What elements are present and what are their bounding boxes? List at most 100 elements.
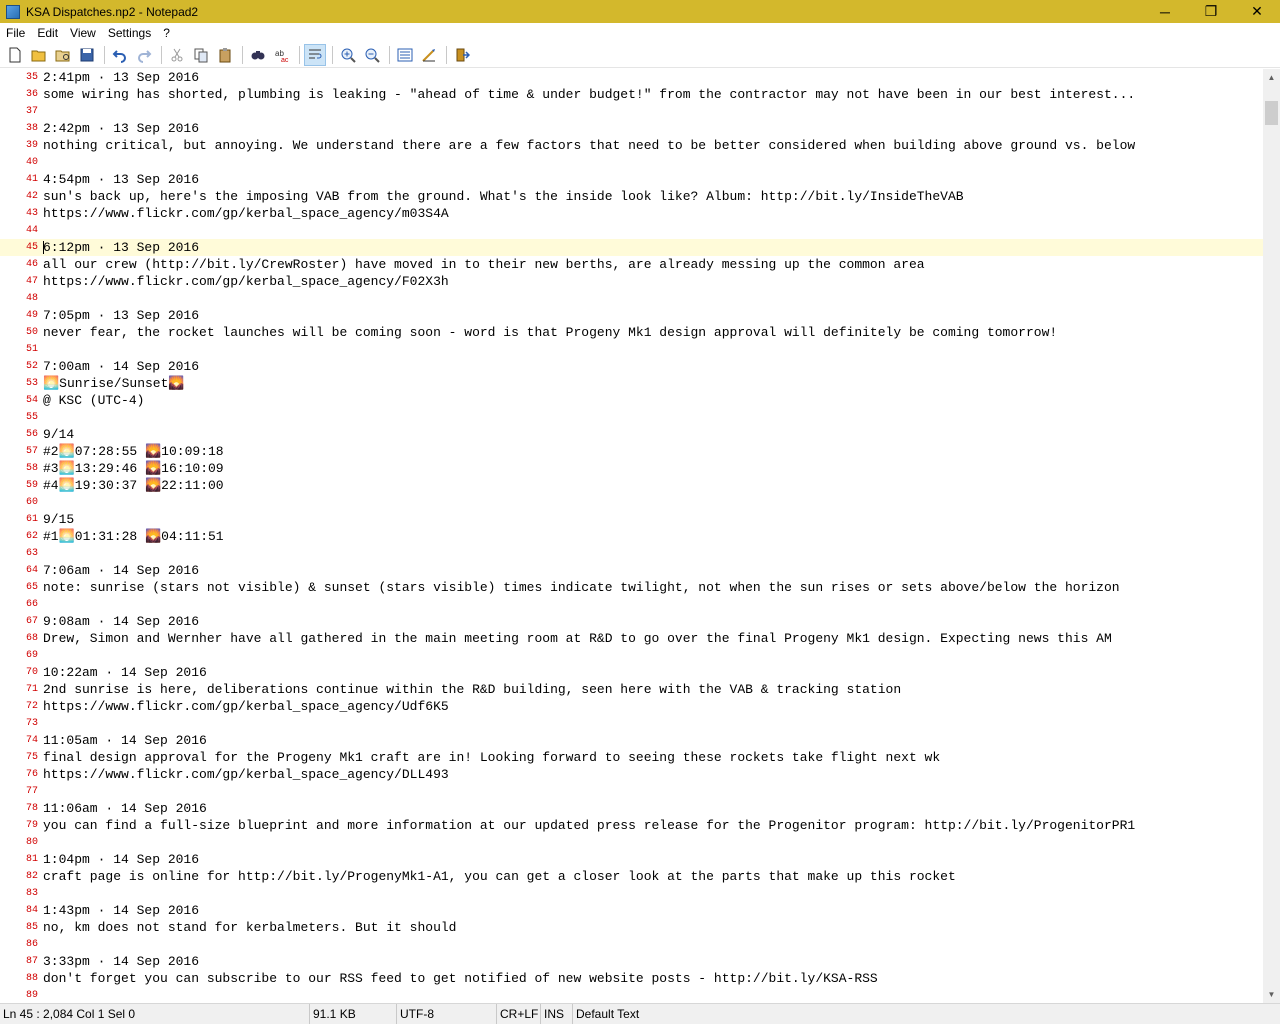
- editor-line[interactable]: 54 @ KSC (UTC-4): [0, 392, 1263, 409]
- editor-line[interactable]: 89: [0, 987, 1263, 1003]
- line-text[interactable]: https://www.flickr.com/gp/kerbal_space_a…: [43, 205, 449, 222]
- paste-icon[interactable]: [214, 44, 236, 66]
- line-text[interactable]: 7:05pm · 13 Sep 2016: [43, 307, 199, 324]
- line-text[interactable]: 7:00am · 14 Sep 2016: [43, 358, 199, 375]
- editor-line[interactable]: 68 Drew, Simon and Wernher have all gathe…: [0, 630, 1263, 647]
- line-text[interactable]: note: sunrise (stars not visible) & suns…: [43, 579, 1120, 596]
- zoom-out-icon[interactable]: [361, 44, 383, 66]
- editor-line[interactable]: 71 2nd sunrise is here, deliberations con…: [0, 681, 1263, 698]
- editor-line[interactable]: 70 10:22am · 14 Sep 2016: [0, 664, 1263, 681]
- editor-line[interactable]: 55: [0, 409, 1263, 426]
- line-text[interactable]: 11:06am · 14 Sep 2016: [43, 800, 207, 817]
- editor-line[interactable]: 56 9/14: [0, 426, 1263, 443]
- editor-line[interactable]: 60: [0, 494, 1263, 511]
- line-text[interactable]: 1:43pm · 14 Sep 2016: [43, 902, 199, 919]
- scroll-up-icon[interactable]: ▲: [1263, 69, 1280, 86]
- editor-line[interactable]: 73: [0, 715, 1263, 732]
- editor-line[interactable]: 82 craft page is online for http://bit.ly…: [0, 868, 1263, 885]
- line-text[interactable]: https://www.flickr.com/gp/kerbal_space_a…: [43, 698, 449, 715]
- line-text[interactable]: Drew, Simon and Wernher have all gathere…: [43, 630, 1112, 647]
- menu-view[interactable]: View: [64, 26, 102, 40]
- line-text[interactable]: 🌅Sunrise/Sunset🌄: [43, 375, 185, 392]
- redo-icon[interactable]: [133, 44, 155, 66]
- editor-line[interactable]: 74 11:05am · 14 Sep 2016: [0, 732, 1263, 749]
- line-text[interactable]: #2🌅07:28:55 🌄10:09:18: [43, 443, 224, 460]
- editor-line[interactable]: 49 7:05pm · 13 Sep 2016: [0, 307, 1263, 324]
- editor-line[interactable]: 80: [0, 834, 1263, 851]
- editor-line[interactable]: 79 you can find a full-size blueprint and…: [0, 817, 1263, 834]
- editor-line[interactable]: 45 6:12pm · 13 Sep 2016: [0, 239, 1263, 256]
- line-text[interactable]: #1🌅01:31:28 🌄04:11:51: [43, 528, 224, 545]
- line-text[interactable]: all our crew (http://bit.ly/CrewRoster) …: [43, 256, 925, 273]
- editor-line[interactable]: 59 #4🌅19:30:37 🌄22:11:00: [0, 477, 1263, 494]
- status-eol[interactable]: CR+LF: [497, 1004, 541, 1024]
- word-wrap-icon[interactable]: [304, 44, 326, 66]
- cut-icon[interactable]: [166, 44, 188, 66]
- save-icon[interactable]: [76, 44, 98, 66]
- scroll-down-icon[interactable]: ▼: [1263, 986, 1280, 1003]
- line-text[interactable]: 1:04pm · 14 Sep 2016: [43, 851, 199, 868]
- editor-line[interactable]: 58 #3🌅13:29:46 🌄16:10:09: [0, 460, 1263, 477]
- line-text[interactable]: 9/15: [43, 511, 74, 528]
- editor-line[interactable]: 63: [0, 545, 1263, 562]
- scheme-icon[interactable]: [394, 44, 416, 66]
- close-button[interactable]: ✕: [1234, 0, 1280, 23]
- editor-line[interactable]: 37: [0, 103, 1263, 120]
- line-text[interactable]: https://www.flickr.com/gp/kerbal_space_a…: [43, 273, 449, 290]
- app-icon[interactable]: [6, 4, 20, 19]
- editor-line[interactable]: 81 1:04pm · 14 Sep 2016: [0, 851, 1263, 868]
- line-text[interactable]: #4🌅19:30:37 🌄22:11:00: [43, 477, 224, 494]
- editor-line[interactable]: 35 2:41pm · 13 Sep 2016: [0, 69, 1263, 86]
- line-text[interactable]: 4:54pm · 13 Sep 2016: [43, 171, 199, 188]
- menu-edit[interactable]: Edit: [31, 26, 64, 40]
- restore-button[interactable]: ❐: [1188, 0, 1234, 23]
- line-text[interactable]: craft page is online for http://bit.ly/P…: [43, 868, 956, 885]
- line-text[interactable]: 10:22am · 14 Sep 2016: [43, 664, 207, 681]
- editor-line[interactable]: 41 4:54pm · 13 Sep 2016: [0, 171, 1263, 188]
- editor-line[interactable]: 38 2:42pm · 13 Sep 2016: [0, 120, 1263, 137]
- editor-line[interactable]: 75 final design approval for the Progeny …: [0, 749, 1263, 766]
- editor-line[interactable]: 42 sun's back up, here's the imposing VAB…: [0, 188, 1263, 205]
- editor-line[interactable]: 76 https://www.flickr.com/gp/kerbal_space…: [0, 766, 1263, 783]
- line-text[interactable]: 7:06am · 14 Sep 2016: [43, 562, 199, 579]
- status-encoding[interactable]: UTF-8: [397, 1004, 497, 1024]
- editor-line[interactable]: 40: [0, 154, 1263, 171]
- editor-line[interactable]: 88 don't forget you can subscribe to our …: [0, 970, 1263, 987]
- line-text[interactable]: sun's back up, here's the imposing VAB f…: [43, 188, 964, 205]
- editor-line[interactable]: 46 all our crew (http://bit.ly/CrewRoster…: [0, 256, 1263, 273]
- line-text[interactable]: nothing critical, but annoying. We under…: [43, 137, 1135, 154]
- line-text[interactable]: 2nd sunrise is here, deliberations conti…: [43, 681, 901, 698]
- line-text[interactable]: 2:41pm · 13 Sep 2016: [43, 69, 199, 86]
- line-text[interactable]: 3:33pm · 14 Sep 2016: [43, 953, 199, 970]
- menu-help[interactable]: ?: [157, 26, 176, 40]
- editor-line[interactable]: 84 1:43pm · 14 Sep 2016: [0, 902, 1263, 919]
- editor-line[interactable]: 52 7:00am · 14 Sep 2016: [0, 358, 1263, 375]
- line-text[interactable]: don't forget you can subscribe to our RS…: [43, 970, 878, 987]
- line-text[interactable]: 9:08am · 14 Sep 2016: [43, 613, 199, 630]
- editor-line[interactable]: 83: [0, 885, 1263, 902]
- copy-icon[interactable]: [190, 44, 212, 66]
- status-scheme[interactable]: Default Text: [573, 1004, 1280, 1024]
- menu-settings[interactable]: Settings: [102, 26, 157, 40]
- line-text[interactable]: no, km does not stand for kerbalmeters. …: [43, 919, 456, 936]
- customize-scheme-icon[interactable]: [418, 44, 440, 66]
- editor-line[interactable]: 53 🌅Sunrise/Sunset🌄: [0, 375, 1263, 392]
- line-text[interactable]: final design approval for the Progeny Mk…: [43, 749, 940, 766]
- editor-line[interactable]: 72 https://www.flickr.com/gp/kerbal_space…: [0, 698, 1263, 715]
- browse-icon[interactable]: [52, 44, 74, 66]
- editor-line[interactable]: 39 nothing critical, but annoying. We und…: [0, 137, 1263, 154]
- new-icon[interactable]: [4, 44, 26, 66]
- vertical-scrollbar[interactable]: ▲ ▼: [1263, 69, 1280, 1003]
- editor-line[interactable]: 77: [0, 783, 1263, 800]
- editor-line[interactable]: 69: [0, 647, 1263, 664]
- editor-line[interactable]: 78 11:06am · 14 Sep 2016: [0, 800, 1263, 817]
- minimize-button[interactable]: ─: [1142, 0, 1188, 23]
- editor-line[interactable]: 36 some wiring has shorted, plumbing is l…: [0, 86, 1263, 103]
- line-text[interactable]: you can find a full-size blueprint and m…: [43, 817, 1135, 834]
- editor-line[interactable]: 86: [0, 936, 1263, 953]
- scroll-thumb[interactable]: [1265, 101, 1278, 125]
- open-icon[interactable]: [28, 44, 50, 66]
- line-text[interactable]: 2:42pm · 13 Sep 2016: [43, 120, 199, 137]
- editor-line[interactable]: 64 7:06am · 14 Sep 2016: [0, 562, 1263, 579]
- text-editor[interactable]: 35 2:41pm · 13 Sep 2016 36 some wiring has …: [0, 69, 1263, 1003]
